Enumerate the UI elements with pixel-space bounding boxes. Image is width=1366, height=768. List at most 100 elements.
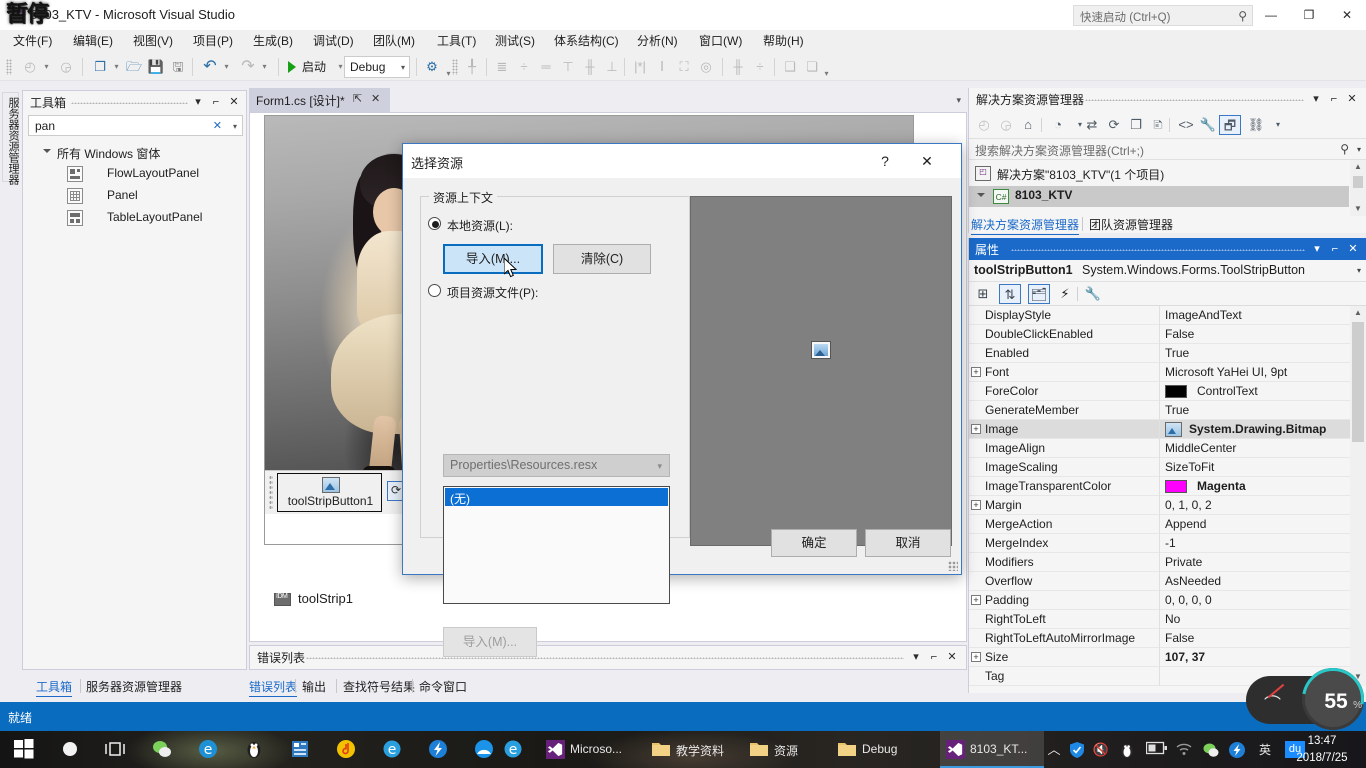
open-file-icon[interactable]: 🗁 (124, 57, 144, 77)
toolstrip-grip[interactable] (269, 475, 273, 509)
align-lefts-icon[interactable]: ╀ (462, 57, 482, 77)
property-value[interactable]: Private (1165, 555, 1202, 569)
properties-object-selector[interactable]: toolStripButton1 System.Windows.Forms.To… (969, 260, 1366, 282)
maximize-button[interactable]: ❐ (1290, 0, 1328, 30)
wifi-icon[interactable] (1175, 741, 1193, 759)
align-bottoms-icon[interactable]: ⊥ (602, 57, 622, 77)
qq-penguin-icon[interactable] (244, 739, 266, 761)
property-row-image[interactable]: + Image System.Drawing.Bitmap (969, 420, 1351, 439)
sync-with-active-document-icon[interactable]: ⇄ (1081, 115, 1103, 135)
new-project-dropdown-icon[interactable]: ▾ (112, 62, 121, 72)
radio-local-resource[interactable] (428, 217, 441, 230)
minimize-button[interactable]: — (1252, 0, 1290, 30)
qq-penguin-icon[interactable] (1118, 741, 1136, 759)
align-tops-icon[interactable]: ⊤ (558, 57, 578, 77)
taskbar-button-folder-debug[interactable]: Debug (832, 731, 940, 768)
dock-tab-server-explorer[interactable]: 服务器资源管理器 (86, 678, 182, 695)
property-value[interactable]: No (1165, 612, 1180, 626)
chevron-down-icon[interactable]: ▾ (233, 122, 237, 131)
taskbar-button-visual-studio-active[interactable]: 8103_KT... (940, 731, 1044, 768)
dock-tab-find-symbol[interactable]: 查找符号结果 (343, 678, 415, 695)
scrollbar-thumb[interactable] (1353, 176, 1363, 188)
dock-tab-output[interactable]: 输出 (302, 678, 326, 695)
property-row-doubleclickenabled[interactable]: DoubleClickEnabled False (969, 325, 1351, 344)
class-view-icon[interactable]: ⛓ (1245, 115, 1267, 135)
dialog-resize-grip[interactable] (948, 561, 958, 571)
property-row-righttoleft[interactable]: RightToLeft No (969, 610, 1351, 629)
xunlei-icon[interactable] (1228, 741, 1246, 759)
redo-dropdown-icon[interactable]: ▾ (260, 62, 269, 72)
property-row-modifiers[interactable]: Modifiers Private (969, 553, 1351, 572)
property-row-mergeindex[interactable]: MergeIndex -1 (969, 534, 1351, 553)
menu-item-analyze[interactable]: 分析(N) (630, 30, 685, 53)
tab-team-explorer[interactable]: 团队资源管理器 (1089, 216, 1173, 233)
property-row-padding[interactable]: + Padding 0, 0, 0, 0 (969, 591, 1351, 610)
property-row-generatemember[interactable]: GenerateMember True (969, 401, 1351, 420)
project-node-row[interactable]: C# 8103_KTV (969, 186, 1349, 207)
collapse-all-icon[interactable]: ❐ (1125, 115, 1147, 135)
solution-explorer-search-input[interactable]: 搜索解决方案资源管理器(Ctrl+;) ⚲ ▾ (969, 138, 1366, 160)
attach-to-process-icon[interactable]: ⚙ (422, 57, 442, 77)
clock-time[interactable]: 13:47 (1286, 733, 1358, 749)
property-value[interactable]: 0, 1, 0, 2 (1165, 498, 1212, 512)
view-code-icon[interactable]: <> (1175, 115, 1197, 135)
server-explorer-vertical-tab[interactable]: 服务器资源管理器 (2, 92, 19, 185)
property-value[interactable]: ImageAndText (1165, 308, 1242, 322)
wechat-icon[interactable] (152, 739, 174, 761)
chevron-down-icon[interactable]: ▾ (1308, 91, 1324, 107)
dock-tab-toolbox[interactable]: 工具箱 (36, 678, 73, 697)
save-all-icon[interactable]: 🖫 (168, 57, 188, 77)
resource-listbox[interactable]: (无) (443, 486, 670, 604)
help-icon[interactable]: ? (873, 151, 897, 171)
pin-icon[interactable]: ⌐ (1327, 241, 1343, 257)
back-dropdown-icon[interactable]: ▾ (42, 62, 51, 72)
property-value[interactable]: SizeToFit (1165, 460, 1214, 474)
layout-toolbar-grip[interactable] (452, 59, 458, 75)
toolbox-search-input[interactable]: pan ✕ ▾ (28, 115, 243, 136)
netease-music-icon[interactable] (336, 739, 358, 761)
property-value[interactable]: Microsoft YaHei UI, 9pt (1165, 365, 1287, 379)
taskbar-button-folder-resource[interactable]: 资源 (744, 731, 832, 768)
toolbar-overflow-icon[interactable]: ▾ (1267, 115, 1289, 135)
align-left-edges-icon[interactable]: ≣ (492, 57, 512, 77)
properties-icon[interactable]: 🗂 (1028, 284, 1050, 304)
property-value[interactable]: ControlText (1197, 384, 1258, 398)
close-icon[interactable]: ✕ (915, 151, 939, 171)
document-tab-form1-designer[interactable]: Form1.cs [设计]* ⇱ ✕ (249, 88, 390, 112)
scroll-up-icon[interactable]: ▲ (1353, 308, 1363, 318)
toolstrip-button-1[interactable]: toolStripButton1 (277, 473, 382, 512)
close-icon[interactable]: ✕ (944, 649, 960, 665)
edge-icon[interactable]: e (198, 739, 220, 761)
property-row-mergeaction[interactable]: MergeAction Append (969, 515, 1351, 534)
screen-recorder-widget[interactable]: ⌒ 55 % (1246, 655, 1366, 743)
toolbar-grip[interactable] (6, 59, 12, 75)
scroll-down-icon[interactable]: ▼ (1353, 204, 1363, 214)
property-value[interactable]: True (1165, 403, 1189, 417)
shield-icon[interactable] (1068, 741, 1086, 759)
property-value[interactable]: MiddleCenter (1165, 441, 1236, 455)
taskbar-button-visual-studio-1[interactable]: Microso... (540, 731, 646, 768)
toolbox-drag-dots[interactable] (71, 102, 188, 104)
media-player-icon[interactable] (290, 739, 312, 761)
chevron-down-icon[interactable]: ▾ (956, 95, 961, 106)
chevron-down-icon[interactable]: ▾ (1357, 145, 1361, 154)
chevron-down-icon[interactable]: ▾ (190, 94, 206, 110)
select-resource-dialog[interactable]: 选择资源 ? ✕ 资源上下文 本地资源(L): 导入(M)... 清除(C) 项… (402, 143, 962, 657)
menu-item-test[interactable]: 测试(S) (488, 30, 542, 53)
categorized-icon[interactable]: ⊞ (972, 284, 994, 304)
bring-to-front-icon[interactable]: ❑ (780, 57, 800, 77)
wechat-icon[interactable] (1202, 741, 1220, 759)
property-value[interactable]: True (1165, 346, 1189, 360)
expander-icon[interactable] (43, 149, 52, 158)
solution-configuration-combo[interactable]: Debug ▾ (344, 56, 410, 78)
property-value[interactable]: AsNeeded (1165, 574, 1221, 588)
qq-browser-icon[interactable] (474, 739, 496, 761)
menu-item-build[interactable]: 生成(B) (246, 30, 300, 53)
menu-item-tools[interactable]: 工具(T) (430, 30, 483, 53)
property-row-imagescaling[interactable]: ImageScaling SizeToFit (969, 458, 1351, 477)
property-value[interactable]: System.Drawing.Bitmap (1189, 422, 1326, 436)
properties-grid[interactable]: DisplayStyle ImageAndText DoubleClickEna… (969, 306, 1351, 686)
property-row-imagealign[interactable]: ImageAlign MiddleCenter (969, 439, 1351, 458)
solution-explorer-drag-dots[interactable] (1085, 99, 1304, 101)
forward-icon[interactable]: ◶ (995, 115, 1017, 135)
